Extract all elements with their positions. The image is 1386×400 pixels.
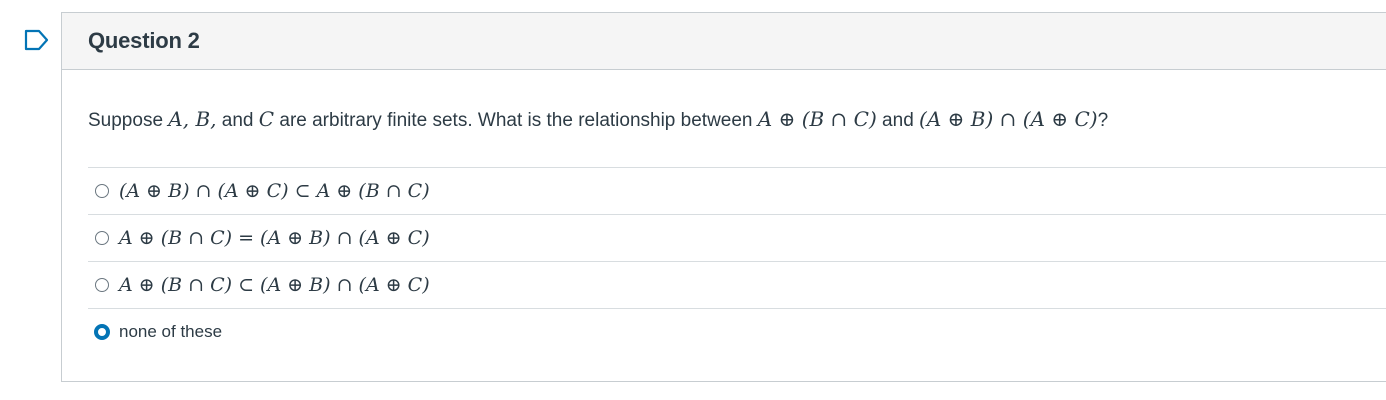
radio-button[interactable] [95,278,109,292]
answer-label: (A ⊕ B) ∩ (A ⊕ C) ⊂ A ⊕ (B ∩ C) [119,180,430,202]
question-text-middle: are arbitrary finite sets. What is the r… [274,110,758,131]
question-expression-2: (A ⊕ B) ∩ (A ⊕ C) [919,107,1098,131]
answer-option-3[interactable]: A ⊕ (B ∩ C) ⊂ (A ⊕ B) ∩ (A ⊕ C) [88,261,1386,308]
question-text-and-2: and [876,110,920,131]
radio-button[interactable] [95,184,109,198]
flag-icon[interactable] [24,29,50,51]
answer-list: (A ⊕ B) ∩ (A ⊕ C) ⊂ A ⊕ (B ∩ C) A ⊕ (B ∩… [88,167,1386,355]
radio-button[interactable] [95,231,109,245]
question-text-and: and [216,110,259,131]
answer-label: A ⊕ (B ∩ C) ⊂ (A ⊕ B) ∩ (A ⊕ C) [119,274,430,296]
answer-label: none of these [119,322,223,341]
question-header: Question 2 [62,13,1386,70]
answer-option-1[interactable]: (A ⊕ B) ∩ (A ⊕ C) ⊂ A ⊕ (B ∩ C) [88,167,1386,214]
question-title: Question 2 [88,28,200,53]
question-text: Suppose A, B, and C are arbitrary finite… [88,107,1108,132]
radio-button-selected[interactable] [94,324,110,340]
question-text-suffix: ? [1097,110,1109,131]
answer-option-4[interactable]: none of these [88,308,1386,355]
question-card: Question 2 Suppose A, B, and C are arbit… [61,12,1386,382]
question-set-c: C [258,107,275,131]
question-set-list: A, B, [168,107,217,131]
answer-label: A ⊕ (B ∩ C) = (A ⊕ B) ∩ (A ⊕ C) [119,227,430,249]
question-text-prefix: Suppose [88,110,169,131]
question-expression-1: A ⊕ (B ∩ C) [757,107,877,131]
answer-option-2[interactable]: A ⊕ (B ∩ C) = (A ⊕ B) ∩ (A ⊕ C) [88,214,1386,261]
